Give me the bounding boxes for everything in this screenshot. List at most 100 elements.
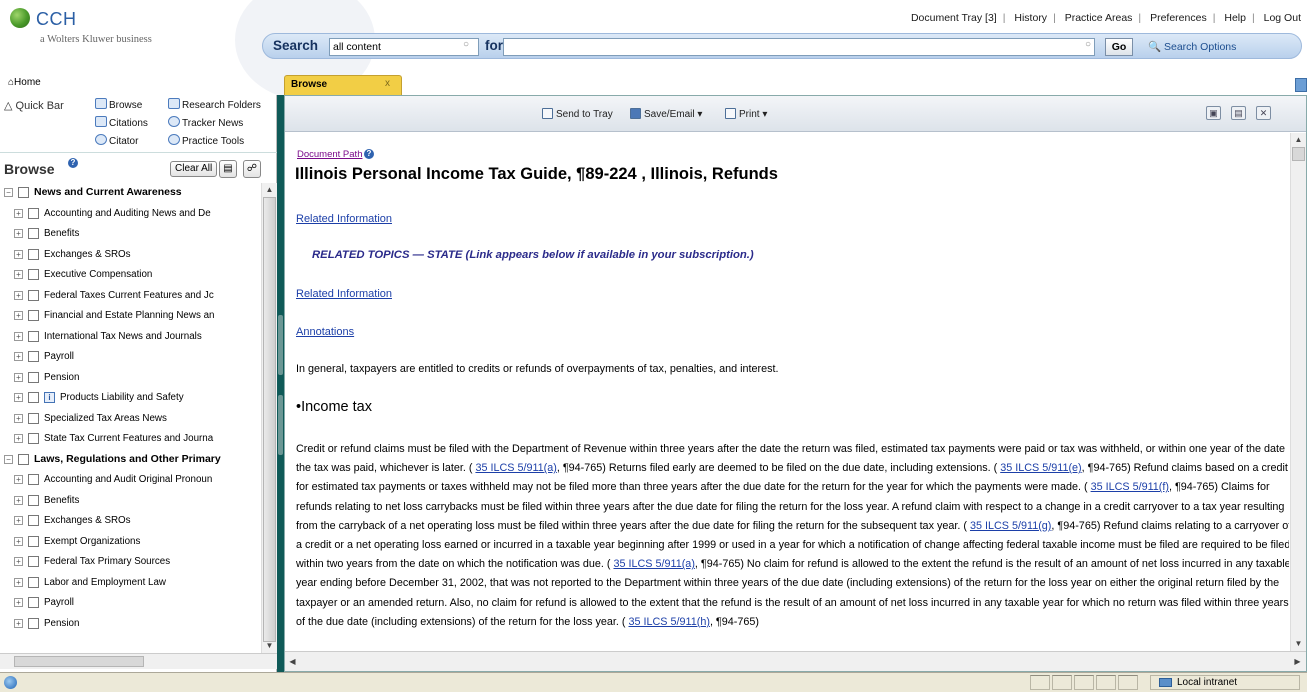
tree-checkbox[interactable] [28, 371, 39, 383]
tree-category[interactable]: − News and Current Awareness [0, 183, 261, 203]
scroll-down-icon[interactable]: ▼ [264, 640, 275, 651]
clear-all-button[interactable]: Clear All [170, 161, 218, 177]
expand-view-icon[interactable]: ▣ [1206, 106, 1221, 120]
expand-icon[interactable]: + [14, 352, 23, 361]
help-link[interactable]: Help [1224, 12, 1246, 24]
tree-item[interactable]: + Specialized Tax Areas News [0, 409, 261, 429]
quickbar-tracker-news[interactable]: Tracker News [168, 116, 243, 129]
quickbar-browse[interactable]: Browse [95, 98, 142, 111]
search-query-input[interactable] [503, 38, 1095, 56]
preferences-link[interactable]: Preferences [1150, 12, 1207, 24]
tree-checkbox[interactable] [28, 392, 39, 403]
tree-checkbox[interactable] [28, 228, 39, 239]
help-icon[interactable]: ? [364, 149, 374, 159]
citation-link[interactable]: 35 ILCS 5/911(a) [613, 558, 694, 570]
expand-icon[interactable]: + [14, 618, 23, 628]
tree-checkbox[interactable] [28, 330, 39, 342]
tree-item[interactable]: + i Products Liability and Safety [0, 388, 261, 408]
scroll-up-icon[interactable]: ▲ [264, 184, 275, 195]
splitter-grip[interactable] [278, 395, 283, 455]
history-link[interactable]: History [1014, 12, 1047, 24]
help-icon[interactable]: ? [68, 158, 78, 168]
collapse-icon[interactable]: − [4, 454, 13, 464]
splitter-grip[interactable] [278, 315, 283, 375]
search-options-link[interactable]: 🔍 Search Options [1148, 40, 1236, 53]
scroll-right-icon[interactable]: ▶ [1292, 656, 1303, 667]
scroll-thumb[interactable] [1292, 147, 1305, 161]
panel-splitter[interactable] [277, 95, 284, 672]
tree-checkbox[interactable] [28, 474, 39, 485]
home-link[interactable]: ⌂Home [8, 77, 41, 88]
tree-item[interactable]: + Exchanges & SROs [0, 511, 261, 531]
annotations-link[interactable]: Annotations [296, 326, 354, 338]
tree-item[interactable]: + Pension [0, 368, 261, 388]
scope-dropdown-icon[interactable]: ○ [458, 39, 474, 54]
document-vertical-scrollbar[interactable]: ▲ ▼ [1290, 133, 1306, 651]
tree-item[interactable]: + Benefits [0, 224, 261, 244]
go-button[interactable]: Go [1105, 38, 1133, 56]
expand-icon[interactable]: + [14, 536, 23, 546]
scroll-left-icon[interactable]: ◀ [287, 656, 298, 667]
tree-item[interactable]: + Exempt Organizations [0, 532, 261, 552]
minimize-view-icon[interactable]: ▤ [1231, 106, 1246, 120]
expand-icon[interactable]: + [14, 208, 23, 218]
tree-item[interactable]: + Accounting and Audit Original Pronoun [0, 470, 261, 490]
tree-item[interactable]: + Payroll [0, 593, 261, 613]
tab-options-icon[interactable] [1295, 78, 1307, 92]
document-path-link[interactable]: Document Path [297, 149, 362, 160]
tree-item[interactable]: + Benefits [0, 491, 261, 511]
tree-item[interactable]: + International Tax News and Journals [0, 327, 261, 347]
expand-icon[interactable]: + [14, 495, 23, 505]
expand-icon[interactable]: + [14, 434, 23, 443]
document-horizontal-scrollbar[interactable]: ◀ ▶ [285, 651, 1306, 671]
scroll-up-icon[interactable]: ▲ [1293, 134, 1304, 145]
citation-link[interactable]: 35 ILCS 5/911(a) [475, 462, 556, 474]
document-icon-button[interactable]: ▤ [219, 160, 237, 178]
expand-icon[interactable]: + [14, 311, 23, 320]
related-information-link[interactable]: Related Information [296, 288, 392, 300]
search-scope-input[interactable] [329, 38, 479, 56]
quickbar-citations[interactable]: Citations [95, 116, 148, 129]
tree-item[interactable]: + Payroll [0, 347, 261, 367]
tree-item[interactable]: + Executive Compensation [0, 265, 261, 285]
log-out-link[interactable]: Log Out [1264, 12, 1301, 24]
expand-icon[interactable]: + [14, 270, 23, 279]
quickbar-practice-tools[interactable]: Practice Tools [168, 134, 244, 147]
tree-checkbox[interactable] [28, 597, 39, 608]
tree-checkbox[interactable] [28, 351, 39, 362]
quick-bar-toggle[interactable]: △ Quick Bar [4, 99, 64, 112]
expand-icon[interactable]: + [14, 577, 23, 587]
expand-icon[interactable]: + [14, 290, 23, 300]
tree-checkbox[interactable] [28, 515, 39, 526]
quickbar-citator[interactable]: Citator [95, 134, 138, 147]
tree-item[interactable]: + Labor and Employment Law [0, 573, 261, 593]
tree-checkbox[interactable] [28, 556, 39, 567]
citation-link[interactable]: 35 ILCS 5/911(g) [970, 520, 1051, 532]
tree-item[interactable]: + Financial and Estate Planning News an [0, 306, 261, 326]
cch-logo[interactable]: CCH a Wolters Kluwer business [10, 6, 240, 66]
tree-item[interactable]: + Pension [0, 614, 261, 634]
save-email-button[interactable]: Save/Email ▾ [630, 108, 702, 120]
citation-link[interactable]: 35 ILCS 5/911(h) [629, 616, 710, 628]
link-icon-button[interactable]: ☍ [243, 160, 261, 178]
tree-item[interactable]: + Accounting and Auditing News and De [0, 204, 261, 224]
tree-checkbox[interactable] [18, 453, 29, 465]
expand-icon[interactable]: + [14, 413, 23, 423]
tree-checkbox[interactable] [28, 269, 39, 280]
send-to-tray-button[interactable]: Send to Tray [542, 108, 613, 120]
tab-browse[interactable]: Browse x [284, 75, 402, 95]
tree-checkbox[interactable] [28, 248, 39, 260]
tree-checkbox[interactable] [28, 310, 39, 321]
print-button[interactable]: Print ▾ [725, 108, 767, 120]
tree-checkbox[interactable] [28, 207, 39, 219]
expand-icon[interactable]: + [14, 393, 23, 402]
quickbar-research-folders[interactable]: Research Folders [168, 98, 261, 111]
expand-icon[interactable]: + [14, 249, 23, 259]
scroll-down-icon[interactable]: ▼ [1293, 638, 1304, 649]
expand-icon[interactable]: + [14, 372, 23, 382]
left-vertical-scrollbar[interactable]: ▲ ▼ [261, 183, 277, 653]
tree-checkbox[interactable] [28, 535, 39, 547]
tab-close-icon[interactable]: x [385, 78, 390, 89]
info-icon[interactable]: i [44, 392, 55, 403]
expand-icon[interactable]: + [14, 516, 23, 525]
